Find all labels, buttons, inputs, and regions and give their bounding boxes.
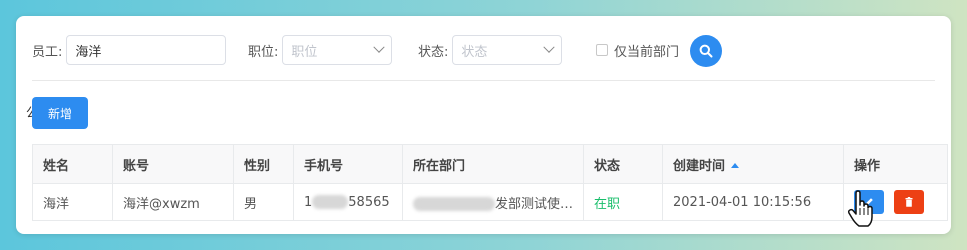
header-phone: 手机号 [293,144,403,184]
status-select[interactable]: 状态 [452,35,563,65]
delete-button[interactable] [894,190,925,214]
current-dept-filter[interactable]: 仅当前部门 [596,34,679,66]
status-filter: 状态: 状态 [418,34,563,66]
employee-table: 姓名 账号 性别 手机号 所在部门 状态 创建时间 操作 海洋 海洋@xwzm … [32,144,949,221]
chevron-down-icon [543,41,556,53]
cell-name: 海洋 [32,183,113,221]
cell-status: 在职 [583,183,664,221]
current-dept-checkbox[interactable] [596,44,608,56]
dept-visible-text: 发部测试使… [495,196,574,212]
trash-icon [905,197,913,207]
sort-asc-icon[interactable] [731,162,740,168]
employee-filter: 员工: 海洋 [32,34,227,66]
employee-input[interactable]: 海洋 [66,35,227,65]
header-created[interactable]: 创建时间 [662,144,845,184]
cell-gender: 男 [233,183,294,221]
phone-suffix: 58565 [348,194,390,210]
search-icon [699,44,713,58]
status-label: 状态: [418,44,449,60]
phone-prefix: 1 [304,194,313,210]
position-placeholder: 职位 [291,44,318,60]
table-header-row: 姓名 账号 性别 手机号 所在部门 状态 创建时间 操作 [32,144,949,184]
position-label: 职位: [248,44,279,60]
current-dept-label: 仅当前部门 [614,44,680,60]
redaction-blur [312,195,349,209]
search-button[interactable] [690,35,722,67]
header-gender: 性别 [233,144,294,184]
position-filter: 职位: 职位 [248,34,393,66]
redaction-blur [413,197,495,211]
employee-label: 员工: [32,44,63,60]
cell-created: 2021-04-01 10:15:56 [662,183,845,221]
filter-divider [32,80,935,81]
cell-account: 海洋@xwzm [112,183,234,221]
position-select[interactable]: 职位 [282,35,393,65]
header-actions: 操作 [843,144,949,184]
hand-cursor-icon [847,190,873,227]
header-dept: 所在部门 [401,144,585,184]
cell-phone: 1 58565 [293,183,403,221]
cell-dept: 发部测试使… [401,183,585,221]
header-account: 账号 [112,144,234,184]
employee-input-value: 海洋 [75,44,102,60]
header-name: 姓名 [32,144,113,184]
table-row: 海洋 海洋@xwzm 男 1 58565 发部测试使… 在职 2021-04-01… [32,183,949,221]
status-placeholder: 状态 [461,44,488,60]
chevron-down-icon [373,41,386,53]
add-button[interactable]: 新增 [32,97,88,129]
header-status: 状态 [583,144,664,184]
header-created-label: 创建时间 [673,158,726,174]
user-management-panel: 员工: 海洋 职位: 职位 状态: 状态 仅当前部门 公 新增 [16,16,951,234]
